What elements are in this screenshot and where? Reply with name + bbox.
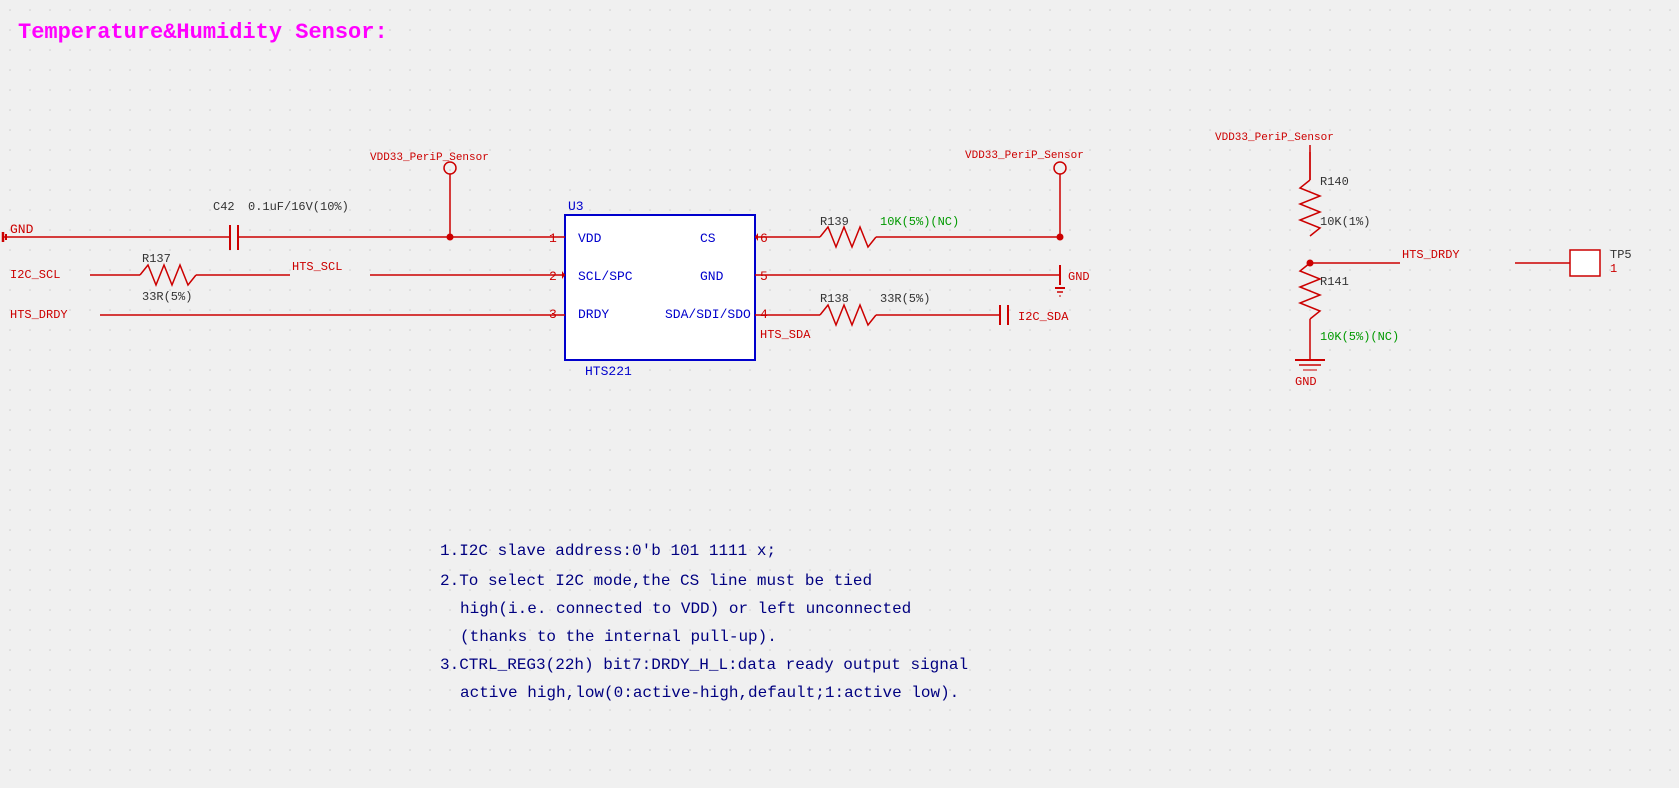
- pin5-num: 5: [760, 269, 768, 284]
- comp-tp5: TP5: [1610, 248, 1632, 262]
- net-hts-drdy-left: HTS_DRDY: [10, 308, 68, 322]
- comp-r140-val: 10K(1%): [1320, 215, 1370, 229]
- comp-r140: R140: [1320, 175, 1349, 189]
- pin1-num: 1: [549, 231, 557, 246]
- ic-pin-cs: CS: [700, 231, 716, 246]
- ic-label-u3: U3: [568, 199, 584, 214]
- power-label-topright: VDD33_PeriP_Sensor: [1215, 132, 1334, 144]
- net-hts-sda: HTS_SDA: [760, 328, 811, 342]
- note-line1: 1.I2C slave address:0'b 101 1111 x;: [440, 542, 776, 560]
- gnd-label-r141: GND: [1295, 375, 1317, 389]
- junction-r139-power: [1057, 234, 1064, 241]
- comp-r137: R137: [142, 252, 171, 266]
- note-line4: (thanks to the internal pull-up).: [460, 628, 777, 646]
- gnd-label-right: GND: [1068, 270, 1090, 284]
- ic-pin-gnd: GND: [700, 269, 724, 284]
- gnd-label-left: GND: [10, 222, 34, 237]
- ic-pin-vdd: VDD: [578, 231, 602, 246]
- net-hts-drdy-right: HTS_DRDY: [1402, 248, 1460, 262]
- comp-c42: C42: [213, 200, 235, 214]
- comp-tp5-num: 1: [1610, 262, 1617, 276]
- ic-pin-sdisdo: SDA/SDI/SDO: [665, 307, 751, 322]
- net-i2c-scl: I2C_SCL: [10, 268, 60, 282]
- pin2-num: 2: [549, 269, 557, 284]
- ic-pin-drdy: DRDY: [578, 307, 609, 322]
- comp-r138-val: 33R(5%): [880, 292, 930, 306]
- comp-r141: R141: [1320, 275, 1349, 289]
- comp-r138: R138: [820, 292, 849, 306]
- power-label-right: VDD33_PeriP_Sensor: [965, 150, 1084, 162]
- note-line3: high(i.e. connected to VDD) or left unco…: [460, 600, 911, 618]
- comp-r141-val: 10K(5%)(NC): [1320, 330, 1399, 344]
- comp-c42-val: 0.1uF/16V(10%): [248, 200, 349, 214]
- schematic-canvas: Temperature&Humidity Sensor: U3 HTS221 V…: [0, 0, 1679, 788]
- tp5-box: [1570, 250, 1600, 276]
- note-line2: 2.To select I2C mode,the CS line must be…: [440, 572, 872, 590]
- note-line5: 3.CTRL_REG3(22h) bit7:DRDY_H_L:data read…: [440, 656, 968, 674]
- pin6-num: 6: [760, 231, 768, 246]
- net-i2c-sda: I2C_SDA: [1018, 310, 1069, 324]
- power-label-left: VDD33_PeriP_Sensor: [370, 152, 489, 164]
- note-line6: active high,low(0:active-high,default;1:…: [460, 684, 959, 702]
- ic-part-name: HTS221: [585, 364, 632, 379]
- page-title: Temperature&Humidity Sensor:: [18, 20, 388, 45]
- comp-r137-val: 33R(5%): [142, 290, 192, 304]
- comp-r139-val: 10K(5%)(NC): [880, 215, 959, 229]
- ic-pin-sclspc: SCL/SPC: [578, 269, 633, 284]
- net-hts-scl: HTS_SCL: [292, 260, 342, 274]
